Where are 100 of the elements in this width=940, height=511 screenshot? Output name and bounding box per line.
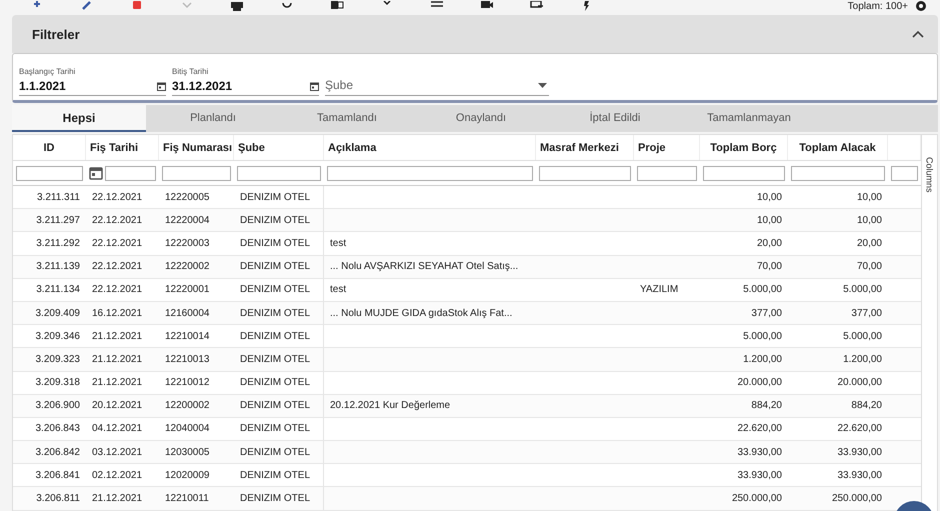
table-cell: 21.12.2021 (92, 493, 142, 504)
table-cell: DENIZIM OTEL (240, 214, 310, 226)
table-cell: 22.620,00 (838, 423, 882, 434)
date-field[interactable]: 1.1.2021 (19, 79, 139, 93)
table-cell: 3.209.323 (36, 354, 80, 365)
table-cell: 377,00 (851, 308, 882, 319)
table-cell: 20,00 (856, 238, 882, 249)
total-count: Toplam: 100+ (848, 1, 908, 12)
pencil-icon[interactable] (80, 1, 94, 12)
filter-field[interactable] (891, 166, 918, 180)
filter-field[interactable] (703, 166, 785, 180)
table-cell: ... Nolu AVŞARKIZI SEYAHAT Otel Satış... (330, 261, 518, 272)
calendar-icon[interactable] (89, 166, 103, 180)
table-cell: 16.12.2021 (92, 308, 142, 319)
table-cell: 70,00 (856, 261, 882, 272)
table-cell: 12040004 (165, 423, 210, 434)
table-cell: 1.200,00 (743, 354, 782, 365)
table-cell: 3.211.297 (36, 214, 80, 226)
column-header[interactable]: Toplam Borç (710, 142, 777, 154)
table-cell: 20.12.2021 Kur Değerleme (330, 400, 450, 412)
table-cell: 12220002 (165, 261, 210, 272)
filter-field[interactable] (327, 166, 533, 180)
table-cell: DENIZIM OTEL (240, 238, 310, 249)
table-cell: 02.12.2021 (92, 470, 142, 481)
columns-toggle[interactable]: Columns (924, 157, 934, 193)
table-cell: 3.211.311 (36, 192, 80, 203)
filter-field[interactable] (162, 166, 231, 180)
column-header[interactable]: Fiş Numarası (163, 142, 232, 154)
table-cell: 33.930,00 (738, 470, 782, 481)
table-cell: 33.930,00 (738, 446, 782, 458)
table-cell: 3.206.843 (36, 423, 80, 434)
table-cell: 20.000,00 (838, 377, 882, 388)
column-header[interactable]: Proje (638, 142, 666, 154)
table-cell: test (330, 238, 346, 249)
calendar-icon[interactable] (310, 82, 319, 90)
filter-header[interactable]: Filtreler (12, 15, 938, 53)
table-cell: 3.211.292 (36, 238, 80, 249)
table-cell: 22.12.2021 (92, 214, 142, 226)
column-header[interactable]: Açıklama (328, 142, 376, 154)
table-cell: 33.930,00 (838, 446, 882, 458)
table-cell: DENIZIM OTEL (240, 493, 310, 504)
table-cell: 12210014 (165, 330, 210, 342)
table-cell: DENIZIM OTEL (240, 192, 310, 203)
filter-field[interactable] (637, 166, 697, 180)
date-field[interactable]: 31.12.2021 (172, 79, 292, 93)
table-cell: 3.206.900 (36, 400, 80, 412)
column-header[interactable]: Fiş Tarihi (90, 142, 138, 154)
branch-select[interactable]: Şube (325, 78, 505, 92)
filter-field[interactable] (16, 166, 83, 180)
field-label: Bitiş Tarihi (172, 67, 210, 76)
table-cell: 884,20 (851, 400, 882, 412)
table-cell: 377,00 (751, 308, 782, 319)
table-cell: DENIZIM OTEL (240, 308, 310, 319)
table-cell: 21.12.2021 (92, 330, 142, 342)
table-cell: ... Nolu MUJDE GIDA gıdaStok Alış Fat... (330, 308, 512, 319)
tab[interactable]: Hepsi (12, 105, 146, 132)
delete-icon[interactable] (130, 1, 144, 12)
table-cell: test (330, 284, 346, 296)
filter-field[interactable] (539, 166, 631, 180)
tab[interactable]: Onaylandı (414, 105, 548, 132)
table-cell: 884,20 (751, 400, 782, 412)
table-cell: 22.12.2021 (92, 284, 142, 296)
table-cell: DENIZIM OTEL (240, 261, 310, 272)
table-cell: DENIZIM OTEL (240, 284, 310, 296)
table-cell: 10,00 (856, 214, 882, 226)
table-cell: 12220003 (165, 238, 210, 249)
table-cell: 12020009 (165, 470, 210, 481)
table-cell: 20.12.2021 (92, 400, 142, 412)
table-cell: 3.209.318 (36, 377, 80, 388)
table-cell: 12210013 (165, 354, 210, 365)
chevron-icon[interactable] (912, 30, 924, 38)
filter-field[interactable] (237, 166, 321, 180)
table-cell: DENIZIM OTEL (240, 423, 310, 434)
print-icon[interactable] (230, 1, 244, 12)
tab[interactable]: İptal Edildi (548, 105, 682, 132)
table-cell: 12220001 (165, 284, 210, 296)
table-cell: 3.211.134 (36, 284, 80, 296)
column-header[interactable]: Toplam Alacak (799, 142, 876, 154)
tab[interactable]: Tamamlandı (280, 105, 414, 132)
table-cell: 20.000,00 (738, 377, 782, 388)
filter-field[interactable] (791, 166, 885, 180)
table-cell: 04.12.2021 (92, 423, 142, 434)
column-header[interactable]: Masraf Merkezi (540, 142, 619, 154)
table-cell: DENIZIM OTEL (240, 354, 310, 365)
table-cell: 22.12.2021 (92, 192, 142, 203)
table-cell: YAZILIM (640, 284, 678, 296)
tab[interactable]: Tamamlanmayan (682, 105, 816, 132)
table-cell: DENIZIM OTEL (240, 330, 310, 342)
calendar-icon[interactable] (157, 82, 166, 90)
table-cell: 70,00 (756, 261, 782, 272)
table-cell: 33.930,00 (838, 470, 882, 481)
filter-field[interactable] (105, 166, 156, 180)
table-cell: 21.12.2021 (92, 377, 142, 388)
tab[interactable]: Planlandı (146, 105, 280, 132)
table-cell: 3.211.139 (36, 261, 80, 272)
table-cell: 3.209.346 (36, 330, 80, 342)
table-cell: 3.209.409 (36, 308, 80, 319)
column-header[interactable]: Şube (238, 142, 265, 154)
column-header[interactable]: ID (44, 142, 54, 154)
table-cell: DENIZIM OTEL (240, 470, 310, 481)
